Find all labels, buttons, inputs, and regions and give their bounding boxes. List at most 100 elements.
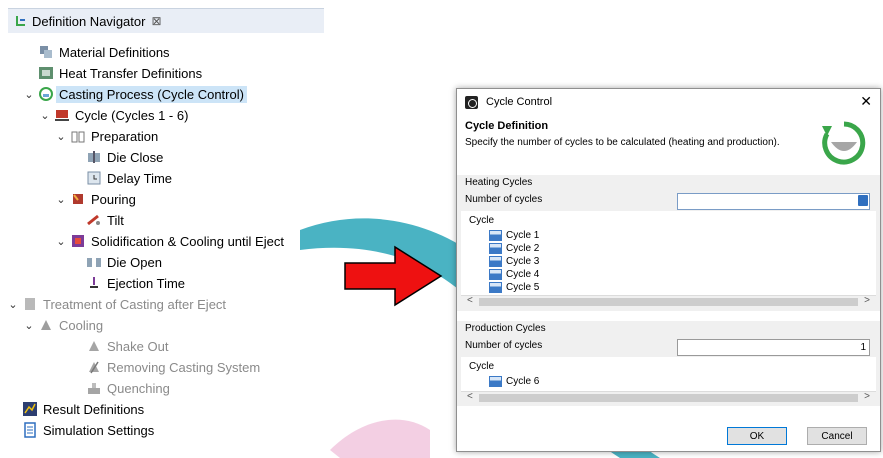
heating-horizontal-scrollbar[interactable]: < >	[461, 295, 876, 308]
ejection-time-icon	[90, 277, 98, 288]
production-number-input[interactable]	[677, 339, 870, 356]
chevron-down-icon[interactable]: ⌄	[38, 109, 52, 122]
production-cycle-list: Cycle Cycle 6	[461, 357, 876, 391]
shake-out-icon	[89, 341, 99, 351]
tree-item-label: Die Close	[107, 149, 164, 165]
cycle-item-label: Cycle 4	[506, 268, 540, 280]
tree-item-label: Heat Transfer Definitions	[59, 65, 203, 81]
tree-item-label: Result Definitions	[43, 401, 145, 417]
tree-item-removing-casting-system[interactable]: Removing Casting System	[86, 357, 260, 377]
tree-item-delay-time[interactable]: Delay Time	[86, 168, 172, 188]
production-horizontal-scrollbar[interactable]: < >	[461, 391, 876, 404]
list-item[interactable]: Cycle 2	[489, 242, 539, 254]
navigator-icon	[16, 16, 25, 26]
heating-cycles-label: Heating Cycles	[465, 177, 533, 188]
cycle-item-label: Cycle 1	[506, 229, 540, 241]
tree-item-die-close[interactable]: Die Close	[86, 147, 163, 167]
cycle-control-icon	[39, 87, 53, 101]
cycle-control-dialog: Cycle Control ✕ Cycle Definition Specify…	[456, 88, 881, 452]
close-icon[interactable]: ✕	[860, 93, 872, 110]
treatment-icon	[25, 298, 35, 310]
production-cycles-section: Production Cycles Number of cycles Cycle…	[457, 321, 880, 406]
heating-cycle-header: Cycle	[469, 215, 495, 226]
tree-item-ejection-time[interactable]: Ejection Time	[86, 273, 185, 293]
chevron-down-icon[interactable]: ⌄	[54, 235, 68, 248]
tree-item-material-definitions[interactable]: Material Definitions	[38, 42, 170, 62]
die-open-icon	[87, 258, 101, 267]
tree-item-label: Ejection Time	[107, 275, 186, 291]
tree-item-pouring[interactable]: ⌄ Pouring	[54, 189, 136, 209]
navigator-tab[interactable]: Definition Navigator ⊠	[8, 8, 324, 33]
tree-item-tilt[interactable]: Tilt	[86, 210, 124, 230]
scroll-thumb[interactable]	[479, 394, 858, 402]
tree-item-simulation-settings[interactable]: Simulation Settings	[22, 420, 154, 440]
scroll-thumb[interactable]	[479, 298, 858, 306]
production-number-label: Number of cycles	[465, 340, 543, 351]
tree-item-label: Cycle (Cycles 1 - 6)	[75, 107, 189, 123]
cancel-button[interactable]: Cancel	[807, 427, 867, 445]
ok-button[interactable]: OK	[727, 427, 787, 445]
tree-item-shake-out[interactable]: Shake Out	[86, 336, 168, 356]
scroll-right-icon[interactable]: >	[864, 391, 870, 402]
chevron-down-icon[interactable]: ⌄	[54, 130, 68, 143]
heat-transfer-icon	[39, 67, 53, 79]
cooling-icon	[41, 320, 51, 330]
chevron-down-icon[interactable]: ⌄	[6, 298, 20, 311]
tree-item-cycle[interactable]: ⌄ Cycle (Cycles 1 - 6)	[38, 105, 188, 125]
material-icon	[40, 46, 52, 58]
navigator-title: Definition Navigator	[32, 13, 146, 29]
simulation-settings-icon	[24, 422, 36, 438]
tree-item-cooling[interactable]: ⌄ Cooling	[22, 315, 103, 335]
tree-item-label: Pouring	[91, 191, 136, 207]
tree-item-quenching[interactable]: Quenching	[86, 378, 170, 398]
heating-number-input[interactable]	[677, 193, 870, 210]
tree-item-heat-transfer-definitions[interactable]: Heat Transfer Definitions	[38, 63, 202, 83]
tree-item-preparation[interactable]: ⌄ Preparation	[54, 126, 158, 146]
scroll-right-icon[interactable]: >	[864, 295, 870, 306]
chevron-down-icon[interactable]: ⌄	[54, 193, 68, 206]
cycle-item-icon	[489, 242, 502, 254]
scroll-left-icon[interactable]: <	[467, 391, 473, 402]
chevron-down-icon[interactable]: ⌄	[22, 319, 36, 332]
list-item[interactable]: Cycle 4	[489, 268, 539, 280]
cycle-item-icon	[489, 229, 502, 241]
definition-navigator-panel: Definition Navigator ⊠ Material Definiti…	[8, 8, 324, 456]
spinner-icon[interactable]	[858, 195, 868, 206]
tree-item-result-definitions[interactable]: Result Definitions	[22, 399, 144, 419]
cycle-control-icon	[822, 121, 866, 165]
production-cycles-label: Production Cycles	[465, 323, 546, 334]
dialog-header: Cycle Definition Specify the number of c…	[457, 115, 880, 173]
list-item[interactable]: Cycle 1	[489, 229, 539, 241]
tree-item-die-open[interactable]: Die Open	[86, 252, 162, 272]
preparation-icon	[71, 131, 85, 143]
list-item[interactable]: Cycle 5	[489, 281, 539, 293]
cycle-item-label: Cycle 3	[506, 255, 540, 267]
tree-item-label: Die Open	[107, 254, 162, 270]
quenching-icon	[88, 383, 100, 394]
cycle-item-icon	[489, 281, 502, 293]
cycle-item-label: Cycle 6	[506, 375, 540, 387]
tree-item-label: Cooling	[59, 317, 104, 333]
tree-item-label: Tilt	[107, 212, 124, 228]
cycle-item-icon	[489, 268, 502, 280]
dialog-titlebar[interactable]: Cycle Control ✕	[457, 89, 880, 115]
header-description: Specify the number of cycles to be calcu…	[465, 137, 780, 148]
tree-item-label: Preparation	[91, 128, 159, 144]
chevron-down-icon[interactable]: ⌄	[22, 88, 36, 101]
tree-item-treatment-of-casting[interactable]: ⌄ Treatment of Casting after Eject	[6, 294, 226, 314]
header-title: Cycle Definition	[465, 120, 549, 132]
heating-number-label: Number of cycles	[465, 194, 543, 205]
list-item[interactable]: Cycle 3	[489, 255, 539, 267]
result-definitions-icon	[23, 402, 37, 416]
tilt-icon	[87, 214, 100, 226]
tree-item-label: Delay Time	[107, 170, 173, 186]
scroll-left-icon[interactable]: <	[467, 295, 473, 306]
tree-item-solidification[interactable]: ⌄ Solidification & Cooling until Eject	[54, 231, 284, 251]
list-item[interactable]: Cycle 6	[489, 375, 539, 387]
tree-item-label: Casting Process (Cycle Control)	[56, 85, 247, 103]
right-arrow-icon	[344, 245, 443, 307]
tree-item-casting-process[interactable]: ⌄ Casting Process (Cycle Control)	[22, 84, 247, 104]
tree-item-label: Shake Out	[107, 338, 169, 354]
cycle-item-label: Cycle 5	[506, 281, 540, 293]
close-icon[interactable]: ⊠	[151, 14, 161, 28]
